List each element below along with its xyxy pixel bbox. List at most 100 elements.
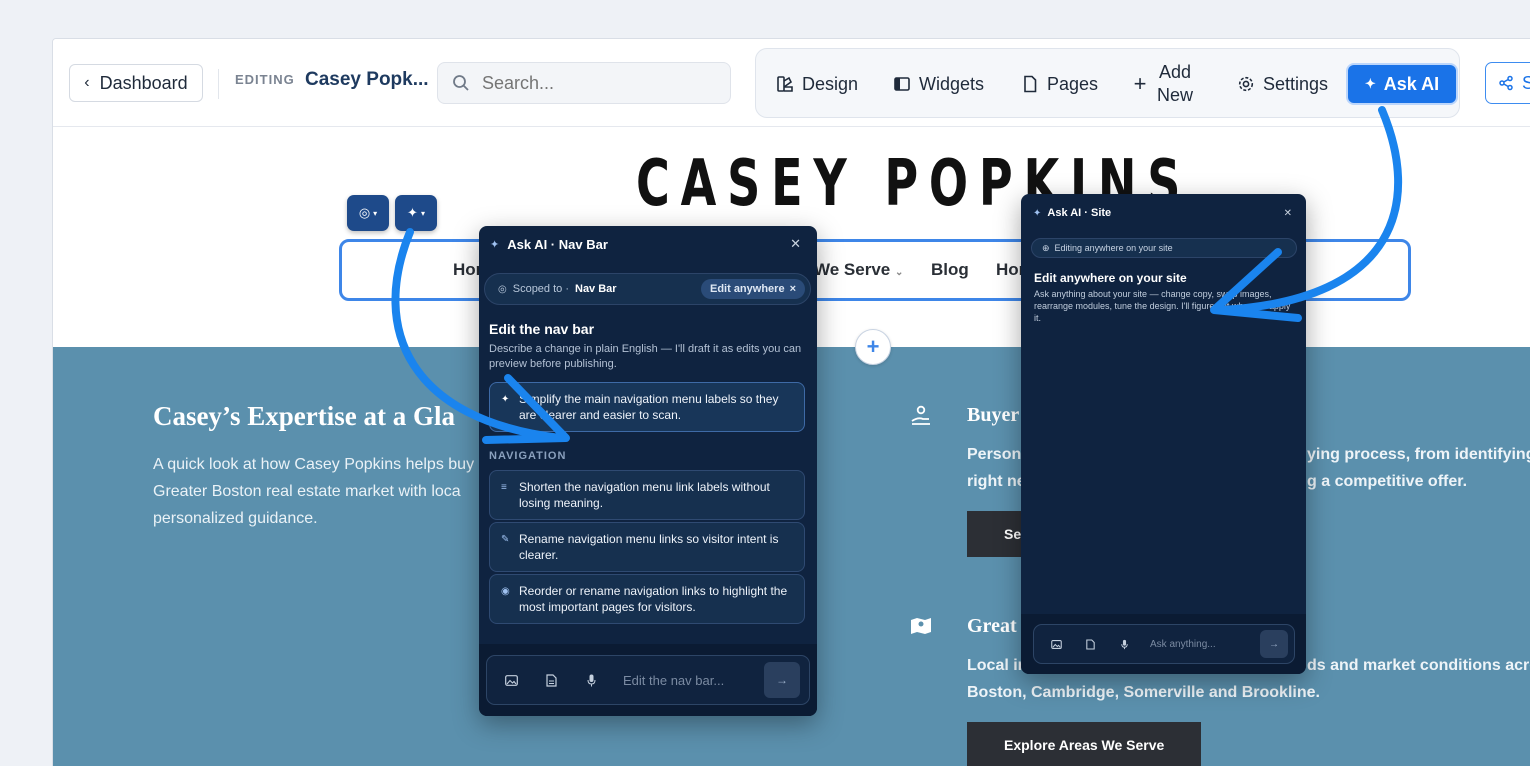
suggestion-item[interactable]: ≡ Shorten the navigation menu link label…	[489, 470, 805, 520]
suggestion-text: Reorder or rename navigation links to hi…	[519, 584, 788, 614]
suggestion-text: Shorten the navigation menu link labels …	[519, 480, 770, 510]
ask-ai-nav-panel: ✦ Ask AI · Nav Bar ✕ ◎ Scoped to · Nav B…	[479, 226, 817, 716]
site-name[interactable]: Casey Popk...	[305, 69, 429, 91]
sparkle-icon: ✦	[501, 394, 510, 405]
sparkle-icon: ✦	[490, 238, 500, 251]
document-icon[interactable]	[543, 673, 559, 687]
search-icon	[453, 75, 469, 91]
editing-scope-text: Editing anywhere on your site	[1054, 243, 1173, 253]
buyer-text-right-1: ying process, from identifying t	[1307, 446, 1530, 463]
nav-link-home[interactable]: Hor	[453, 260, 482, 280]
send-button[interactable]: →	[1260, 630, 1288, 658]
panel-footer: Ask anything... →	[1021, 614, 1306, 674]
prompt-placeholder: Ask anything...	[1150, 638, 1216, 650]
settings-label: Settings	[1263, 73, 1329, 94]
chevron-left-icon: ‹	[84, 74, 90, 91]
suggestion-item[interactable]: ✎ Rename navigation menu links so visito…	[489, 522, 805, 572]
scope-chip: ◎ Scoped to · Nav Bar Edit anywhere ×	[484, 273, 811, 305]
editor-topbar: ‹ Dashboard EDITING Casey Popk... Design…	[53, 39, 1530, 127]
sparkle-icon: ✦	[1364, 76, 1376, 91]
panel-footer: Edit the nav bar... →	[479, 644, 817, 716]
image-icon[interactable]	[1048, 639, 1064, 649]
section-title: Casey’s Expertise at a Gla	[153, 401, 455, 431]
sparkle-icon: ✦	[1033, 207, 1042, 219]
plus-icon: +	[1133, 71, 1147, 96]
image-icon[interactable]	[503, 674, 519, 686]
ask-ai-button[interactable]: ✦ Ask AI	[1348, 65, 1456, 103]
suggestion-text: Rename navigation menu links so visitor …	[519, 532, 779, 562]
send-button[interactable]: →	[764, 662, 800, 698]
primary-suggestion[interactable]: ✦ Simplify the main navigation menu labe…	[489, 382, 805, 432]
prompt-input[interactable]: Ask anything...	[1033, 624, 1295, 664]
map-icon	[907, 613, 935, 639]
section-label: NAVIGATION	[489, 450, 567, 462]
chevron-down-icon: ▾	[373, 208, 378, 218]
design-label: Design	[802, 73, 859, 94]
settings-button[interactable]: Settings	[1237, 49, 1328, 119]
ask-ai-label: Ask AI	[1383, 73, 1440, 94]
style-menu-button[interactable]: ◎ ▾	[347, 195, 389, 231]
explore-areas-button[interactable]: Explore Areas We Serve	[967, 722, 1201, 766]
search-homes-button[interactable]: Sea	[967, 511, 1029, 557]
prompt-placeholder: Edit the nav bar...	[623, 672, 725, 688]
panel-description: Ask anything about your site — change co…	[1034, 289, 1291, 323]
pages-button[interactable]: Pages	[1021, 49, 1098, 119]
add-new-button[interactable]: + Add New	[1131, 49, 1193, 119]
divider	[218, 69, 219, 99]
page-icon	[1021, 75, 1039, 93]
chevron-down-icon: ⌄	[894, 267, 904, 278]
share-icon	[1499, 75, 1513, 91]
search-input[interactable]	[482, 72, 702, 94]
panel-header: ✦ Ask AI · Site ✕	[1021, 194, 1306, 232]
dashboard-label: Dashboard	[99, 72, 188, 93]
target-icon: ◉	[501, 586, 510, 597]
design-button[interactable]: Design	[776, 49, 858, 119]
prompt-input[interactable]: Edit the nav bar...	[486, 655, 810, 705]
nav-link-blog[interactable]: Blog	[931, 260, 969, 280]
buyer-text-left-2: right ne	[967, 473, 1026, 490]
plus-icon: +	[866, 334, 880, 359]
gear-icon	[1237, 75, 1255, 93]
sparkle-icon: ✦	[407, 205, 418, 220]
dashboard-button[interactable]: ‹ Dashboard	[69, 64, 203, 102]
chevron-down-icon: ▾	[420, 208, 425, 218]
section-description: A quick look at how Casey Popkins helps …	[153, 456, 475, 527]
suggestion-item[interactable]: ◉ Reorder or rename navigation links to …	[489, 574, 805, 624]
buyer-text-right-2: g a competitive offer.	[1307, 473, 1468, 490]
widgets-button[interactable]: Widgets	[893, 49, 984, 119]
editing-scope-chip: ⊕ Editing anywhere on your site	[1031, 238, 1297, 258]
share-button[interactable]: S	[1485, 62, 1530, 104]
widgets-label: Widgets	[919, 73, 985, 94]
scope-prefix: Scoped to ·	[512, 283, 569, 295]
widgets-icon	[893, 75, 911, 93]
ask-ai-site-panel: ✦ Ask AI · Site ✕ ⊕ Editing anywhere on …	[1021, 194, 1306, 674]
pages-label: Pages	[1047, 73, 1099, 94]
greater-text-left-1: Local in	[967, 657, 1028, 674]
share-label: S	[1522, 73, 1530, 94]
document-icon[interactable]	[1082, 638, 1098, 650]
module-ai-button[interactable]: ✦ ▾	[395, 195, 437, 231]
arrow-right-icon: →	[776, 673, 788, 687]
nav-link-we-serve[interactable]: We Serve ⌄	[814, 260, 903, 280]
panel-heading: Edit anywhere on your site	[1034, 271, 1187, 285]
close-icon: ×	[789, 283, 796, 295]
suggestion-text: Simplify the main navigation menu labels…	[519, 392, 779, 422]
edit-anywhere-chip[interactable]: Edit anywhere ×	[700, 279, 805, 299]
globe-icon: ⊕	[1042, 242, 1050, 253]
close-icon[interactable]: ✕	[790, 236, 801, 252]
greater-title: Great	[967, 615, 1017, 637]
microphone-icon[interactable]	[583, 674, 599, 687]
buyer-title: Buyer	[967, 404, 1020, 426]
panel-title: Ask AI · Nav Bar	[507, 236, 608, 252]
add-section-button[interactable]: +	[855, 329, 891, 365]
panel-header: ✦ Ask AI · Nav Bar ✕	[479, 226, 817, 262]
toolbar-group: Design Widgets Pages + Add New Settings ✦…	[755, 48, 1460, 118]
arrow-right-icon: →	[1269, 638, 1279, 650]
panel-heading: Edit the nav bar	[489, 321, 595, 337]
greater-text-right-1: ds and market conditions acros	[1307, 657, 1530, 674]
microphone-icon[interactable]	[1116, 639, 1132, 650]
add-new-label: Add New	[1157, 62, 1194, 105]
buyer-icon	[907, 403, 935, 429]
search-box[interactable]	[437, 62, 731, 104]
close-icon[interactable]: ✕	[1284, 208, 1292, 219]
